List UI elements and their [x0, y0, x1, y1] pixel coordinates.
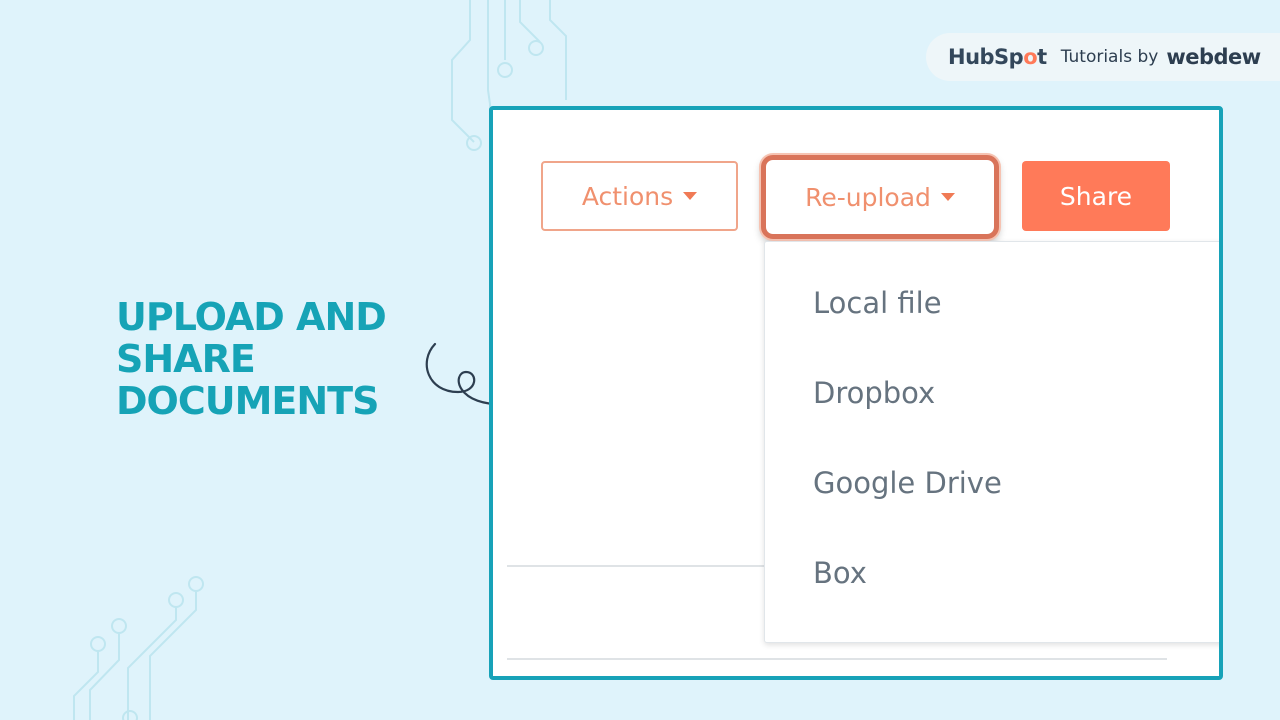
page-title: UPLOAD AND SHARE DOCUMENTS: [116, 295, 387, 423]
reupload-button[interactable]: Re-upload: [761, 155, 999, 239]
hubspot-logo: HubSpot: [948, 45, 1047, 69]
divider: [507, 658, 1167, 660]
screenshot-frame: Actions Re-upload Share Local file Dropb…: [489, 106, 1223, 680]
share-button[interactable]: Share: [1022, 161, 1170, 231]
actions-label: Actions: [581, 181, 674, 211]
caret-down-icon: [940, 193, 955, 201]
headline-line-2: SHARE: [116, 337, 256, 381]
menu-item-box[interactable]: Box: [813, 556, 867, 590]
tutorials-by-text: Tutorials by: [1060, 47, 1159, 67]
reupload-dropdown-menu: Local file Dropbox Google Drive Box: [764, 241, 1219, 643]
brand-badge: HubSpot Tutorials by webdew: [926, 33, 1280, 81]
sprocket-logo-icon: o: [1023, 45, 1038, 69]
menu-item-dropbox[interactable]: Dropbox: [813, 376, 935, 410]
divider: [507, 565, 767, 567]
menu-item-local-file[interactable]: Local file: [813, 286, 942, 320]
webdew-logo: webdew: [1166, 45, 1261, 69]
menu-item-google-drive[interactable]: Google Drive: [813, 466, 1002, 500]
headline-line-3: DOCUMENTS: [116, 379, 379, 423]
caret-down-icon: [683, 192, 698, 200]
actions-button[interactable]: Actions: [541, 161, 738, 231]
headline-line-1: UPLOAD AND: [116, 295, 387, 339]
reupload-label: Re-upload: [805, 182, 931, 212]
share-label: Share: [1059, 181, 1133, 211]
